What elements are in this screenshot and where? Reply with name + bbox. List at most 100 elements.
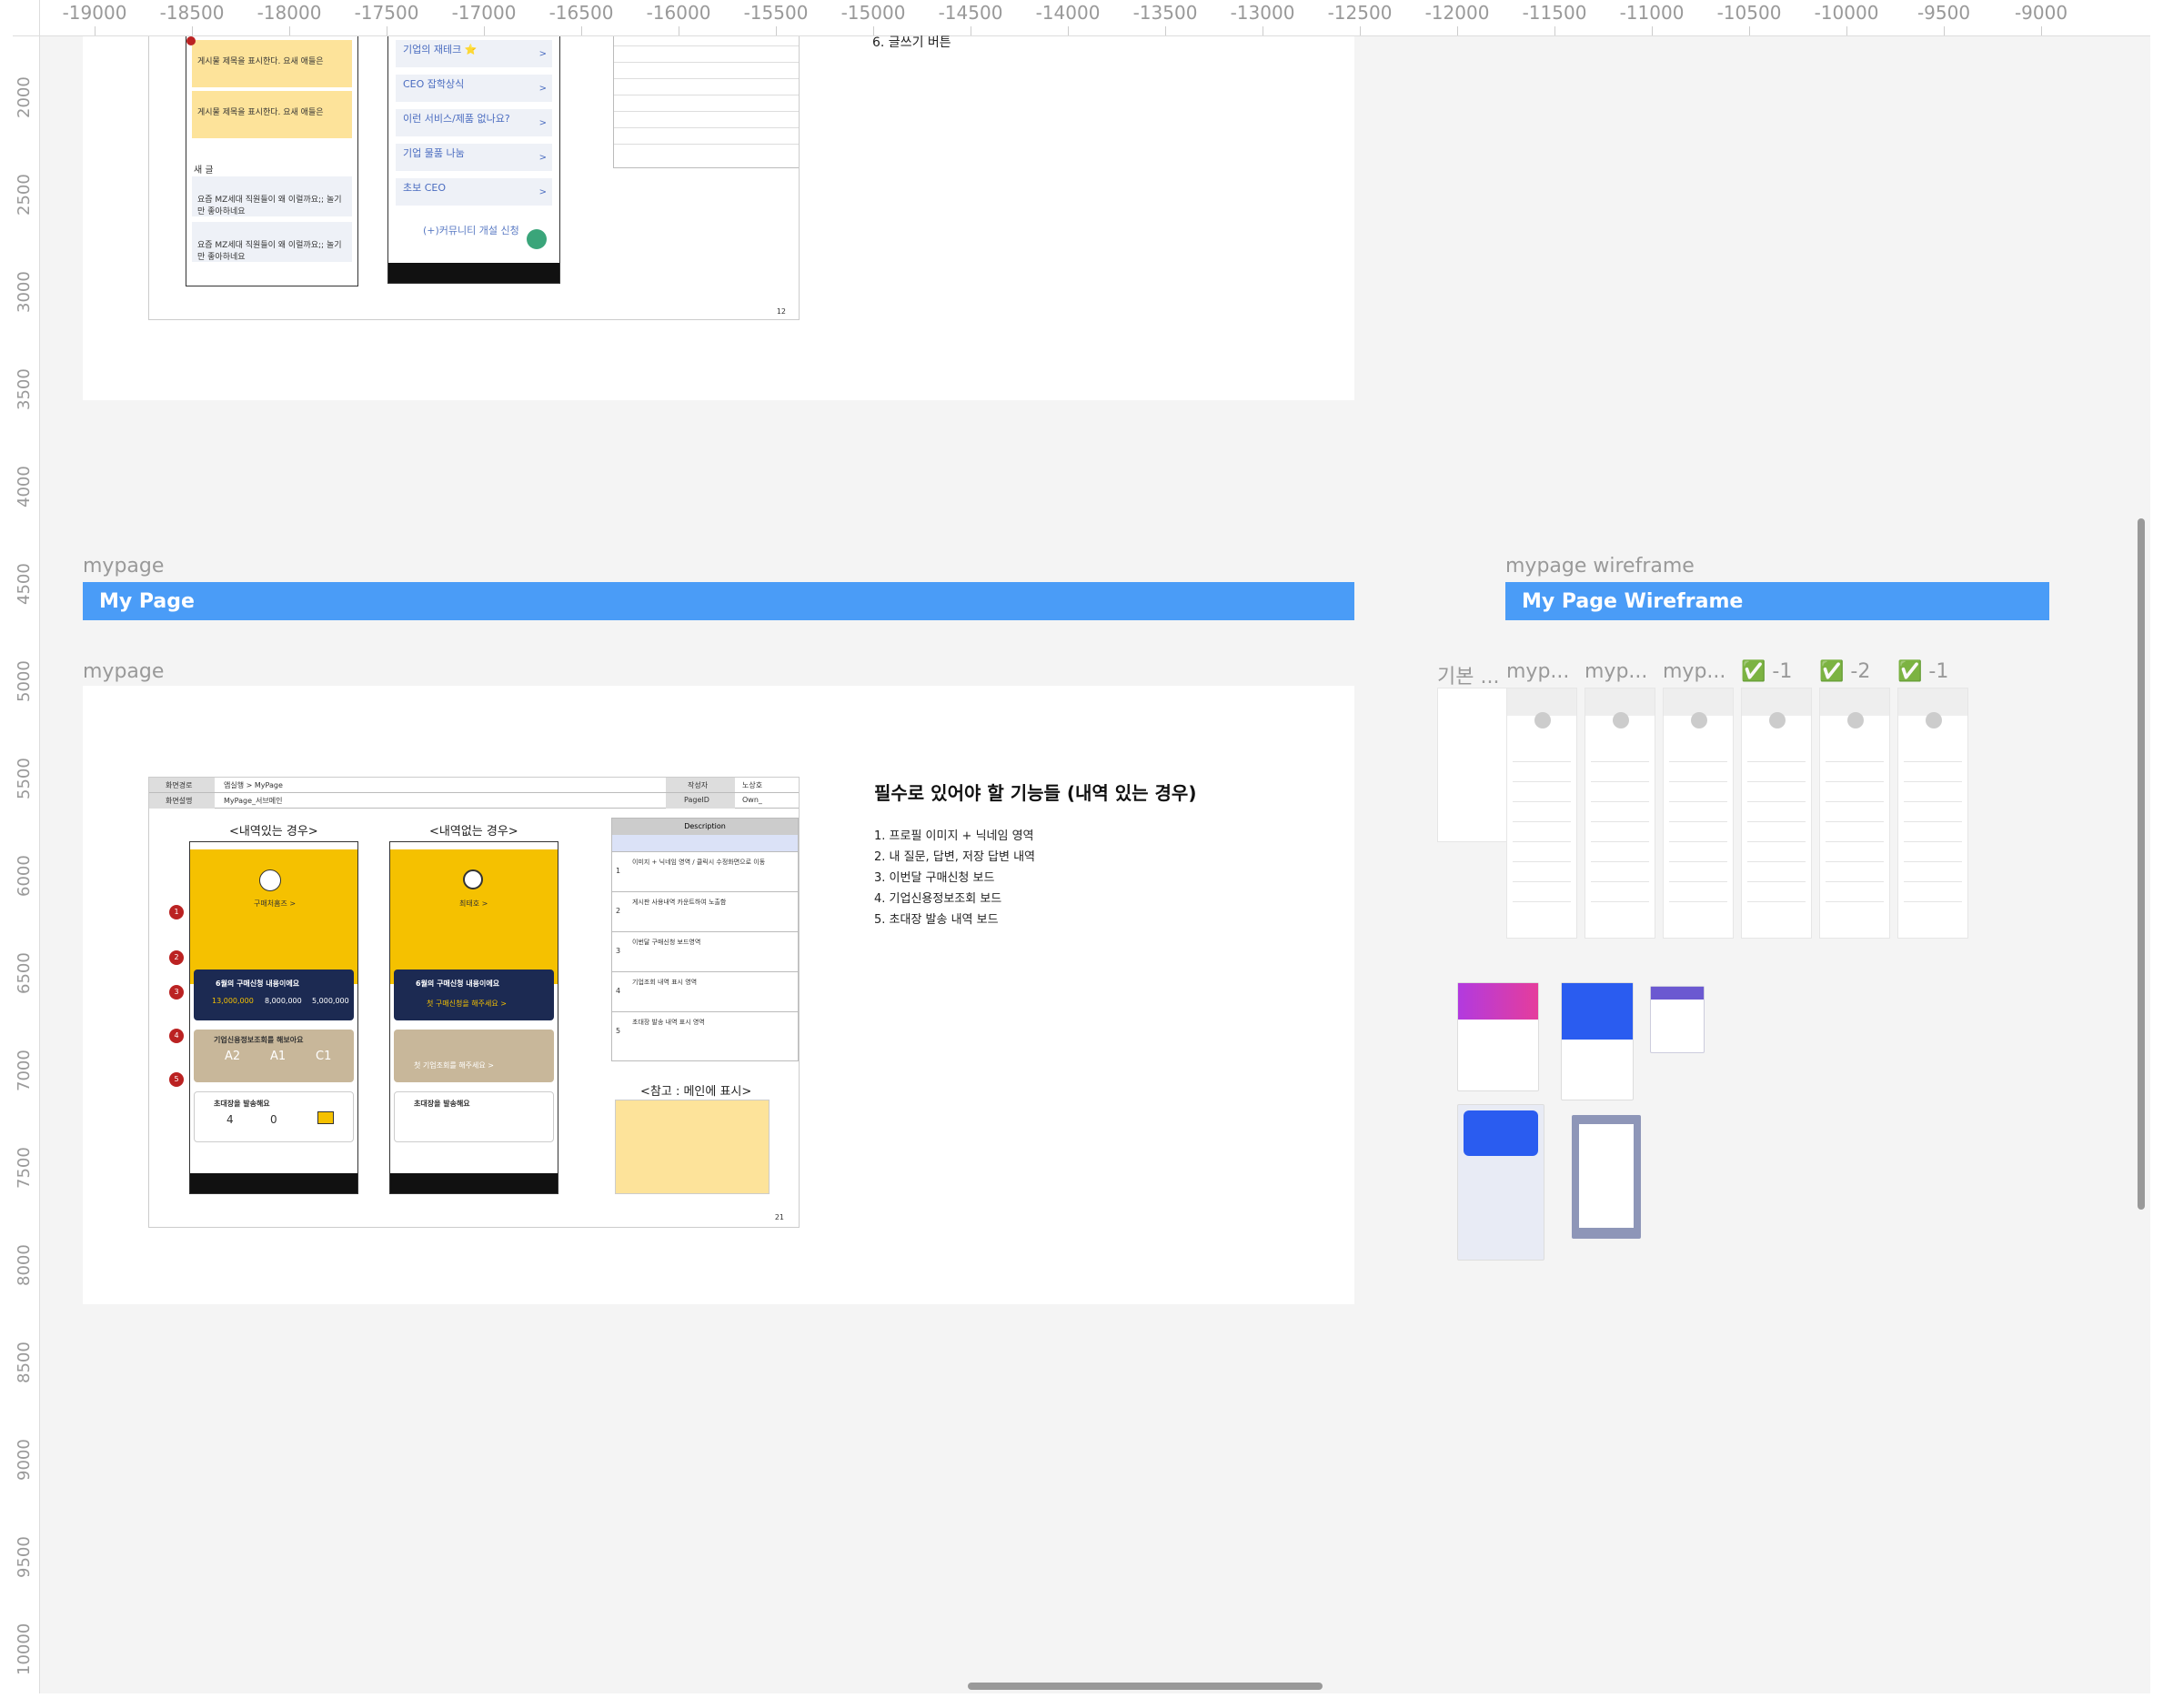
avatar [259, 869, 281, 891]
wireframe-thumb[interactable] [1819, 688, 1890, 939]
ruler-tick [1944, 26, 1945, 35]
reference-title: <참고 : 메인에 표시> [640, 1085, 752, 1099]
avatar-empty [463, 869, 483, 889]
page-number-12: 12 [776, 307, 786, 316]
vertical-scrollbar[interactable] [2138, 518, 2145, 1210]
note-6: 6. 글쓰기 버튼 [872, 35, 951, 50]
ruler-tick [1457, 26, 1458, 35]
phone-with-history: 구매처홈즈 > 6월의 구매신청 내용이에요 13,000,000 8,000,… [189, 841, 358, 1194]
ruler-left-label: 4500 [15, 563, 34, 605]
ruler-top-label: -9500 [1917, 2, 1971, 24]
feature-item: 3. 이번달 구매신청 보드 [874, 871, 995, 885]
thumb-label[interactable]: myp... [1585, 660, 1647, 683]
purchase-cta: 첫 구매신청을 해주세요 > [427, 1000, 507, 1008]
open-community-button: (+)커뮤니티 개설 신청 [423, 225, 519, 236]
wireframe-thumb[interactable] [1506, 688, 1577, 939]
ruler-top-label: -11500 [1522, 2, 1587, 24]
col1-title: <내역있는 경우> [229, 825, 318, 839]
frame-label-mypage-2[interactable]: mypage [83, 660, 164, 683]
purchase-card-empty-title: 6월의 구매신청 내용이에요 [416, 980, 500, 988]
ruler-tick [1554, 26, 1555, 35]
ruler-tick [776, 26, 777, 35]
community-item: CEO 잡학상식 > [396, 75, 552, 102]
desc-value: MyPage_서브메인 [224, 797, 283, 805]
purchase-value-2: 8,000,000 [265, 997, 302, 1005]
ruler-left-label: 2000 [15, 76, 34, 118]
thumb-label[interactable]: 기본 ... [1437, 660, 1499, 689]
route-label: 화면경로 [166, 781, 193, 789]
community-item-label: CEO 잡학상식 [403, 78, 465, 90]
community-item-label: 기업의 재테크 ⭐ [403, 44, 478, 55]
ruler-left-label: 9000 [15, 1439, 34, 1481]
ruler-left-label: 4000 [15, 466, 34, 507]
desc-row-number: 5 [616, 1027, 621, 1035]
credit-card-empty [394, 1030, 554, 1082]
bottom-nav-2 [390, 1173, 558, 1193]
slide-header: 화면경로 화면설명 앱실행 > MyPage MyPage_서브메인 작성자 P… [149, 778, 799, 809]
ruler-left-label: 6000 [15, 855, 34, 897]
wireframe-thumb[interactable] [1585, 688, 1655, 939]
community-item: 기업의 재테크 ⭐ > [396, 40, 552, 67]
phone-community-list: 기업의 재테크 ⭐ > CEO 잡학상식 > 이런 서비스/제품 없나요? > 기업 물품 … [387, 36, 560, 284]
community-item: 기업 물품 나눔 > [396, 144, 552, 171]
wireframe-thumb[interactable] [1663, 688, 1734, 939]
horizontal-scrollbar[interactable] [968, 1683, 1323, 1690]
wireframe-thumb[interactable] [1897, 688, 1968, 939]
chevron-right-icon: > [538, 118, 547, 128]
vertical-ruler[interactable]: 2000 2500 3000 3500 4000 4500 5000 5500 6000 6500… [13, 36, 40, 1693]
ruler-tick [484, 26, 485, 35]
thumb-label[interactable]: ✅ -2 [1819, 660, 1870, 683]
thumb-label[interactable]: myp... [1506, 660, 1569, 683]
ruler-top-label: -13000 [1230, 2, 1295, 24]
desc-label: 화면설명 [166, 797, 193, 805]
purchase-card [194, 970, 354, 1020]
chevron-right-icon: > [538, 187, 547, 197]
ref-screen-5[interactable] [1572, 1115, 1641, 1239]
col2-title: <내역없는 경우> [429, 825, 518, 839]
badge-1 [186, 36, 196, 45]
ref-screen-2[interactable] [1561, 982, 1634, 1100]
ruler-left-label: 5500 [15, 758, 34, 799]
ruler-top-label: -10000 [1814, 2, 1879, 24]
credit-cta: 첫 기업조회를 해주세요 > [414, 1061, 494, 1070]
ruler-tick [95, 26, 96, 35]
ruler-tick [2041, 26, 2042, 35]
community-item-label: 기업 물품 나눔 [403, 147, 465, 159]
purchase-value-3: 5,000,000 [312, 997, 349, 1005]
new-posts-label: 새 글 [194, 166, 214, 176]
mypage-frame[interactable]: 화면경로 화면설명 앱실행 > MyPage MyPage_서브메인 작성자 P… [83, 686, 1354, 1304]
community-item: 초보 CEO > [396, 178, 552, 206]
ref-screen-1[interactable] [1457, 982, 1539, 1091]
frame-label-mypage[interactable]: mypage [83, 555, 164, 578]
mz-post-1: 요즘 MZ세대 직원들이 왜 이럴까요;; 놀기만 좋아하네요 [197, 196, 342, 216]
badge-3: 3 [169, 985, 184, 1000]
chevron-right-icon: > [538, 153, 547, 163]
wireframe-thumb[interactable] [1741, 688, 1812, 939]
ruler-left-label: 3000 [15, 271, 34, 313]
mypage-title-bar[interactable]: My Page [83, 582, 1354, 620]
thumb-label[interactable]: ✅ -1 [1897, 660, 1948, 683]
invite-sent: 4 [226, 1113, 234, 1126]
wireframe-thumb[interactable] [1437, 688, 1508, 842]
desc-row: 3 이번달 구매신청 보드영역 [612, 931, 798, 971]
mypage-slide: 화면경로 화면설명 앱실행 > MyPage MyPage_서브메인 작성자 P… [148, 777, 800, 1228]
ruler-top-label: -9000 [2014, 2, 2068, 24]
ref-screen-4[interactable] [1457, 1104, 1544, 1261]
frame-label-wireframe[interactable]: mypage wireframe [1505, 555, 1695, 578]
community-frame[interactable]: 게시물 제목을 표시한다. 요새 애들은 게시물 제목을 표시한다. 요새 애들… [83, 35, 1354, 400]
purchase-value-1: 13,000,000 [212, 997, 254, 1005]
ruler-left-label: 3500 [15, 368, 34, 410]
canvas[interactable]: 게시물 제목을 표시한다. 요새 애들은 게시물 제목을 표시한다. 요새 애들… [40, 35, 2150, 1693]
thumb-label[interactable]: ✅ -1 [1741, 660, 1792, 683]
features-heading: 필수로 있어야 할 기능들 (내역 있는 경우) [874, 782, 1197, 804]
horizontal-ruler[interactable]: -19000 -18500 -18000 -17500 -17000 -16500 -160… [40, 0, 2150, 36]
ruler-top-label: -18000 [257, 2, 322, 24]
chevron-right-icon: > [538, 49, 547, 59]
desc-row-number: 4 [616, 987, 621, 995]
thumb-label[interactable]: myp... [1663, 660, 1725, 683]
wireframe-title-bar[interactable]: My Page Wireframe [1505, 582, 2049, 620]
author-value: 노상호 [742, 781, 763, 789]
desc-row-text: 게시판 사용내역 카운트하여 노출함 [632, 899, 727, 906]
badge-5: 5 [169, 1072, 184, 1087]
ref-screen-3[interactable] [1650, 986, 1705, 1053]
